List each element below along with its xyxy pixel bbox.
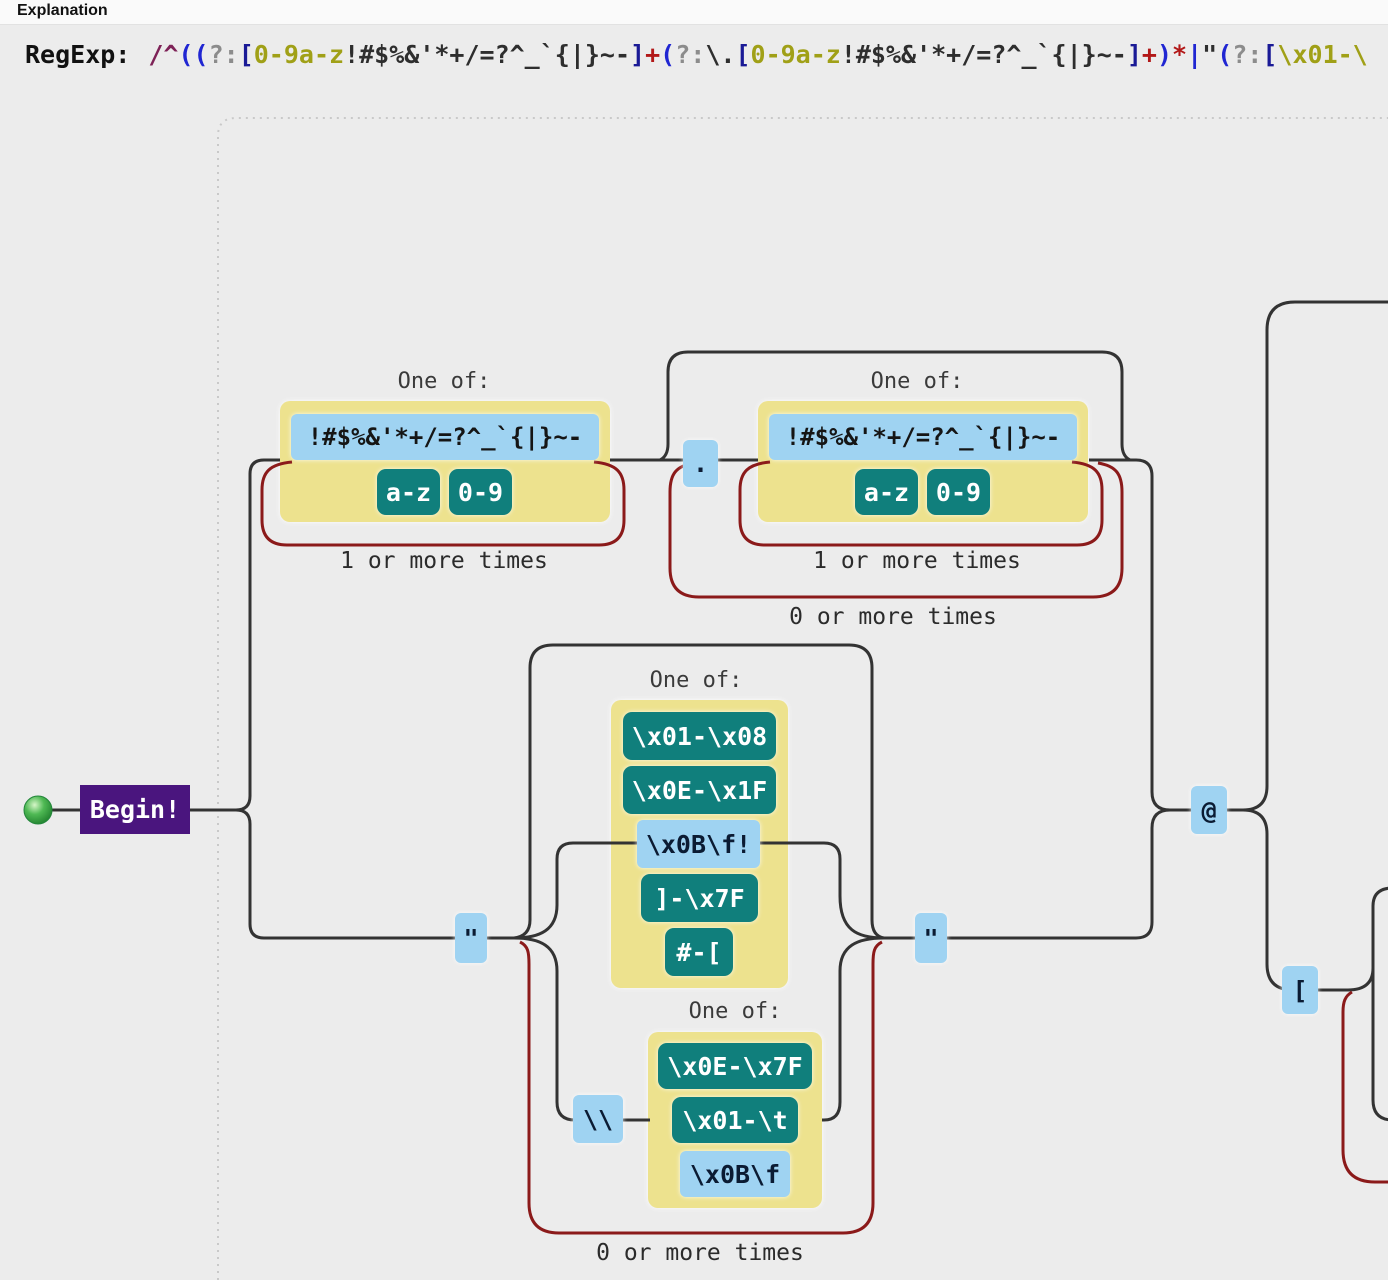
quoted-range-1: \x01-\x08 [623,712,776,760]
range-label: ]-\x7F [654,884,744,913]
at-box: @ [1191,786,1227,834]
regexp-segment: \x01-\ [1277,40,1367,69]
quoted-alt-down-line [514,938,650,1120]
quoted-range-4: ]-\x7F [641,874,758,922]
regexp-segment: /^ [148,40,178,69]
regexp-segment: ] [630,40,645,69]
quoted-exit-line [947,810,1170,938]
at-fork-up-line [1227,302,1388,810]
loop-local-repeat-inner [740,462,1102,545]
literal-label: \x0B\f [690,1160,780,1189]
regexp-segment: * [1172,40,1187,69]
at-fork-down-line [1243,810,1318,990]
regexp-segment: ?: [1232,40,1262,69]
group2-range-09: 0-9 [927,469,990,515]
range-label: a-z [386,478,431,507]
quoted-range-5: #-[ [665,928,733,976]
escaped-range-1: \x0E-\x7F [658,1043,812,1089]
local-exit-line [1089,460,1191,810]
regexp-segment: [ [735,40,750,69]
regexp-segment: \. [705,40,735,69]
begin-node: Begin! [80,785,190,834]
regexp-segment: 0-9a-z [254,40,344,69]
range-label: \x01-\x08 [632,722,767,751]
regexp-label: RegExp: [25,40,130,69]
fork-up-line [190,460,280,810]
group2-charset: !#$%&'*+/=?^_`{|}~- [786,423,1061,451]
begin-label: Begin! [90,795,180,824]
regexp-segment: + [1142,40,1157,69]
loop-right [1343,992,1388,1182]
quoted-merge-down-line [822,938,884,1120]
group2-range-az: a-z [855,469,918,515]
bracket-literal: [ [1292,976,1307,1005]
top-bar: Explanation [0,0,1388,25]
regexp-segment: ( [1217,40,1232,69]
regexp-segment: ) [1157,40,1172,69]
fork-down-line [236,810,455,938]
quote-close-box: " [915,913,947,963]
bracket-exit-line [1318,888,1388,990]
loop-local-first [262,462,624,545]
quoted-merge-up-line [760,843,884,938]
group1-charset: !#$%&'*+/=?^_`{|}~- [308,423,583,451]
regexp-segment: !#$%&'*+/=?^_`{|}~- [344,40,630,69]
regexp-segment: | [1187,40,1202,69]
escaped-literal-3: \x0B\f [680,1151,790,1197]
range-label: \x0E-\x1F [632,776,767,805]
dot-literal-box: . [683,440,718,487]
range-label: 0-9 [458,478,503,507]
quote-close-literal: " [923,924,938,953]
start-dot [24,796,52,824]
range-label: 0-9 [936,478,981,507]
backslash-literal: \\ [583,1105,613,1134]
range-label: a-z [864,478,909,507]
range-label: \x0E-\x7F [667,1052,802,1081]
regexp-row: RegExp:/^((?:[0-9a-z!#$%&'*+/=?^_`{|}~-]… [0,40,1388,80]
quote-open-literal: " [463,924,478,953]
regexp-segment: [ [1262,40,1277,69]
capture-group-dotted-border [218,118,1388,1280]
regexp-segment: + [645,40,660,69]
regexp-segment: " [1202,40,1217,69]
regexp-segment: ?: [209,40,239,69]
page-title: Explanation [17,2,108,20]
bracket-box: [ [1282,966,1318,1014]
quoted-literal-3: \x0B\f! [637,820,760,868]
quoted-range-2: \x0E-\x1F [623,766,776,814]
group2-charset-box: !#$%&'*+/=?^_`{|}~- [769,414,1077,460]
at-literal: @ [1201,796,1216,825]
dot-literal: . [693,449,708,478]
group1-range-09: 0-9 [449,469,512,515]
regexp-segment: !#$%&'*+/=?^_`{|}~- [841,40,1127,69]
right-frame-line [1373,968,1388,1120]
group1-charset-box: !#$%&'*+/=?^_`{|}~- [291,414,599,460]
regexp-pattern: /^((?:[0-9a-z!#$%&'*+/=?^_`{|}~-]+(?:\.[… [148,40,1367,69]
regexp-segment: [ [239,40,254,69]
regexp-segment: (( [178,40,208,69]
regex-explanation-page: { "header": { "title": "Explanation" }, … [0,0,1388,1280]
quote-open-box: " [455,913,487,963]
range-label: \x01-\t [682,1106,787,1135]
quoted-alt-up-line [514,843,637,938]
range-label: #-[ [676,938,721,967]
regexp-segment: 0-9a-z [751,40,841,69]
regexp-segment: ( [660,40,675,69]
literal-label: \x0B\f! [646,830,751,859]
regexp-segment: ?: [675,40,705,69]
group1-range-az: a-z [377,469,440,515]
escaped-range-2: \x01-\t [672,1097,798,1143]
regexp-segment: ] [1127,40,1142,69]
backslash-box: \\ [573,1095,623,1143]
